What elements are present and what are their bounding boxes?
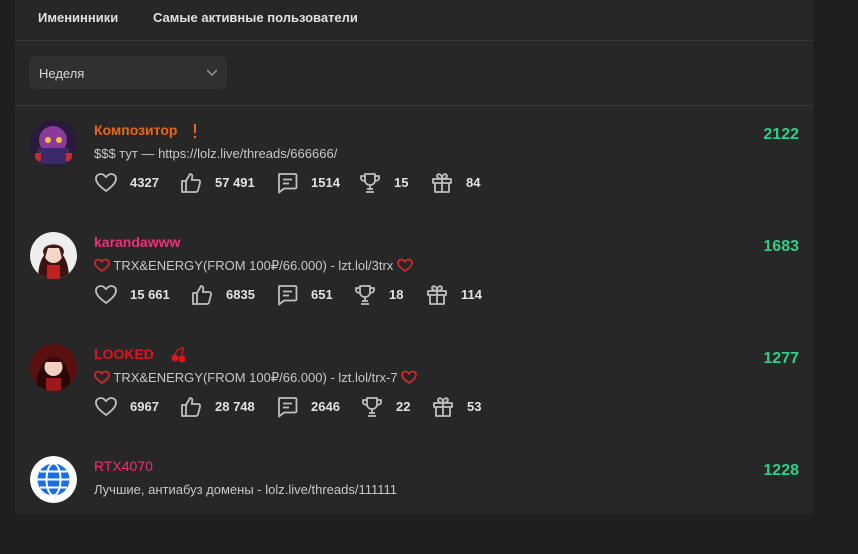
heart-icon — [95, 285, 117, 304]
gifts-count: 53 — [467, 399, 482, 414]
trophy-icon — [362, 397, 382, 417]
gift-icon — [427, 285, 447, 305]
username[interactable]: RTX4070 — [94, 458, 153, 474]
user-status-text: TRX&ENERGY(FROM 100₽/66.000) - lzt.lol/t… — [113, 370, 398, 385]
avatar[interactable] — [30, 120, 77, 167]
user-status: TRX&ENERGY(FROM 100₽/66.000) - lzt.lol/t… — [94, 370, 418, 386]
trophy-icon — [360, 173, 380, 193]
user-item: RTX4070 Лучшие, антиабуз домены - lolz.l… — [15, 442, 813, 554]
user-status: Лучшие, антиабуз домены - lolz.live/thre… — [94, 482, 398, 497]
message-icon — [278, 285, 298, 306]
sympathies-count: 6835 — [226, 287, 255, 302]
messages-count: 651 — [311, 287, 333, 302]
active-users-panel: Именинники Самые активные пользователи Н… — [15, 0, 813, 514]
trophy-icon — [355, 285, 375, 305]
message-icon — [278, 397, 298, 418]
user-item: LOOKED TRX&ENERGY(FROM 100₽/66.000) - lz… — [15, 330, 813, 442]
avatar[interactable] — [30, 232, 77, 279]
avatar[interactable] — [30, 456, 77, 503]
trophies-count: 18 — [389, 287, 404, 302]
gift-icon — [432, 173, 452, 193]
period-select[interactable]: Неделя — [29, 56, 227, 89]
likes-count: 6967 — [130, 399, 159, 414]
thumbs-up-icon — [181, 397, 201, 417]
thumbs-up-icon — [192, 285, 212, 305]
heart-icon — [397, 258, 413, 272]
username[interactable]: karandawww — [94, 234, 180, 250]
username[interactable]: LOOKED — [94, 346, 154, 362]
username[interactable]: Композитор — [94, 122, 177, 138]
sympathies-count: 28 748 — [215, 399, 255, 414]
user-item: karandawww TRX&ENERGY(FROM 100₽/66.000) … — [15, 218, 813, 330]
likes-count: 15 661 — [130, 287, 170, 302]
user-status: TRX&ENERGY(FROM 100₽/66.000) - lzt.lol/3… — [94, 258, 413, 274]
filter-row: Неделя — [15, 41, 813, 106]
heart-icon — [401, 370, 418, 384]
avatar[interactable] — [30, 344, 77, 391]
activity-score: 1683 — [763, 238, 799, 255]
messages-count: 1514 — [311, 175, 340, 190]
heart-icon — [95, 173, 117, 192]
heart-icon — [94, 370, 110, 384]
tab-most-active-users[interactable]: Самые активные пользователи — [153, 10, 358, 25]
user-item: Композитор $$$ тут — https://lolz.live/t… — [15, 106, 813, 218]
heart-icon — [94, 258, 110, 272]
user-status-text: TRX&ENERGY(FROM 100₽/66.000) - lzt.lol/3… — [113, 258, 394, 273]
tab-birthdays[interactable]: Именинники — [38, 10, 118, 25]
message-icon — [278, 173, 298, 194]
exclamation-icon — [193, 124, 197, 139]
activity-score: 1277 — [763, 350, 799, 367]
cherries-icon — [171, 347, 186, 363]
trophies-count: 22 — [396, 399, 411, 414]
gift-icon — [433, 397, 453, 417]
user-status: $$$ тут — https://lolz.live/threads/6666… — [94, 146, 338, 161]
activity-score: 1228 — [763, 462, 799, 479]
activity-score: 2122 — [763, 126, 799, 143]
trophies-count: 15 — [394, 175, 409, 190]
tabs-bar: Именинники Самые активные пользователи — [15, 0, 813, 41]
thumbs-up-icon — [181, 173, 201, 193]
gifts-count: 114 — [461, 287, 482, 302]
gifts-count: 84 — [466, 175, 481, 190]
sympathies-count: 57 491 — [215, 175, 255, 190]
period-select-value: Неделя — [39, 66, 85, 81]
heart-icon — [95, 397, 117, 416]
messages-count: 2646 — [311, 399, 340, 414]
chevron-down-icon — [206, 69, 218, 77]
likes-count: 4327 — [130, 175, 159, 190]
